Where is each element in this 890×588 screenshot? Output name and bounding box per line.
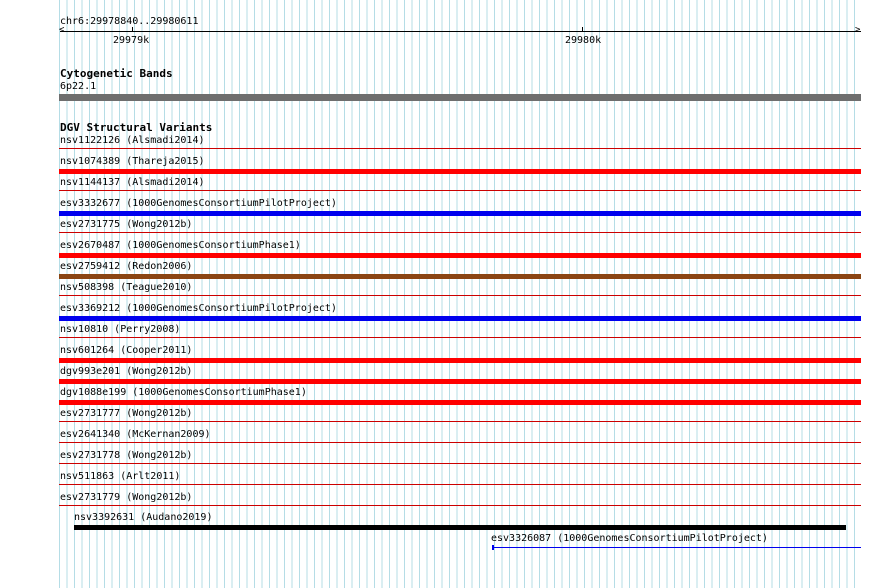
sv-feature-bar[interactable] (59, 400, 861, 405)
cytoband-label: 6p22.1 (60, 81, 97, 92)
sv-label[interactable]: nsv508398 (Teague2010) (60, 282, 192, 293)
sv-feature-bar[interactable] (59, 316, 861, 321)
ruler-tick-label-29980k: 29980k (565, 35, 602, 46)
sv-label[interactable]: nsv10810 (Perry2008) (60, 324, 180, 335)
sv-label-nsv3392631[interactable]: nsv3392631 (Audano2019) (74, 512, 212, 523)
cytoband-track-title[interactable]: Cytogenetic Bands (60, 68, 173, 79)
sv-feature-line[interactable] (59, 148, 861, 149)
range-label: chr6:29978840..29980611 (60, 16, 199, 27)
sv-label[interactable]: nsv1074389 (Thareja2015) (60, 156, 205, 167)
sv-label[interactable]: nsv511863 (Arlt2011) (60, 471, 180, 482)
sv-label[interactable]: esv2731779 (Wong2012b) (60, 492, 192, 503)
sv-feature-bar[interactable] (59, 274, 861, 279)
sv-feature-line[interactable] (59, 505, 861, 506)
sv-feature-bar[interactable] (59, 211, 861, 216)
ruler-left-arrow: < (59, 25, 65, 35)
sv-label[interactable]: esv2731777 (Wong2012b) (60, 408, 192, 419)
dgv-track-title[interactable]: DGV Structural Variants (60, 122, 212, 133)
sv-feature-bar[interactable] (59, 253, 861, 258)
sv-label[interactable]: nsv1122126 (Alsmadi2014) (60, 135, 205, 146)
sv-label[interactable]: nsv1144137 (Alsmadi2014) (60, 177, 205, 188)
sv-label[interactable]: esv3369212 (1000GenomesConsortiumPilotPr… (60, 303, 337, 314)
sv-feature-line[interactable] (59, 442, 861, 443)
sv-feature-bar[interactable] (59, 169, 861, 174)
sv-feature-line[interactable] (59, 232, 861, 233)
sv-feature-line[interactable] (59, 190, 861, 191)
sv-feature-line[interactable] (59, 484, 861, 485)
sv-label[interactable]: nsv601264 (Cooper2011) (60, 345, 192, 356)
sv-feature-bar[interactable] (59, 358, 861, 363)
ruler-right-arrow: > (855, 25, 861, 35)
sv-feature-line[interactable] (59, 295, 861, 296)
sv-label[interactable]: esv2731775 (Wong2012b) (60, 219, 192, 230)
sv-label[interactable]: esv2641340 (McKernan2009) (60, 429, 211, 440)
sv-bar-esv3326087[interactable] (492, 547, 861, 548)
sv-label[interactable]: esv2731778 (Wong2012b) (60, 450, 192, 461)
sv-label[interactable]: esv2759412 (Redon2006) (60, 261, 192, 272)
sv-feature-line[interactable] (59, 337, 861, 338)
sv-label[interactable]: esv3332677 (1000GenomesConsortiumPilotPr… (60, 198, 337, 209)
sv-feature-bar[interactable] (59, 379, 861, 384)
sv-label-esv3326087[interactable]: esv3326087 (1000GenomesConsortiumPilotPr… (491, 533, 768, 544)
ruler-tick-label-29979k: 29979k (113, 35, 150, 46)
sv-feature-line[interactable] (59, 463, 861, 464)
sv-label[interactable]: dgv1088e199 (1000GenomesConsortiumPhase1… (60, 387, 307, 398)
sv-feature-line[interactable] (59, 421, 861, 422)
sv-start-marker-esv3326087 (492, 545, 494, 550)
sv-bar-nsv3392631[interactable] (74, 525, 846, 530)
dgv-feature-list: nsv1122126 (Alsmadi2014) nsv1074389 (Thar… (0, 0, 890, 588)
sv-label[interactable]: esv2670487 (1000GenomesConsortiumPhase1) (60, 240, 301, 251)
sv-label[interactable]: dgv993e201 (Wong2012b) (60, 366, 192, 377)
